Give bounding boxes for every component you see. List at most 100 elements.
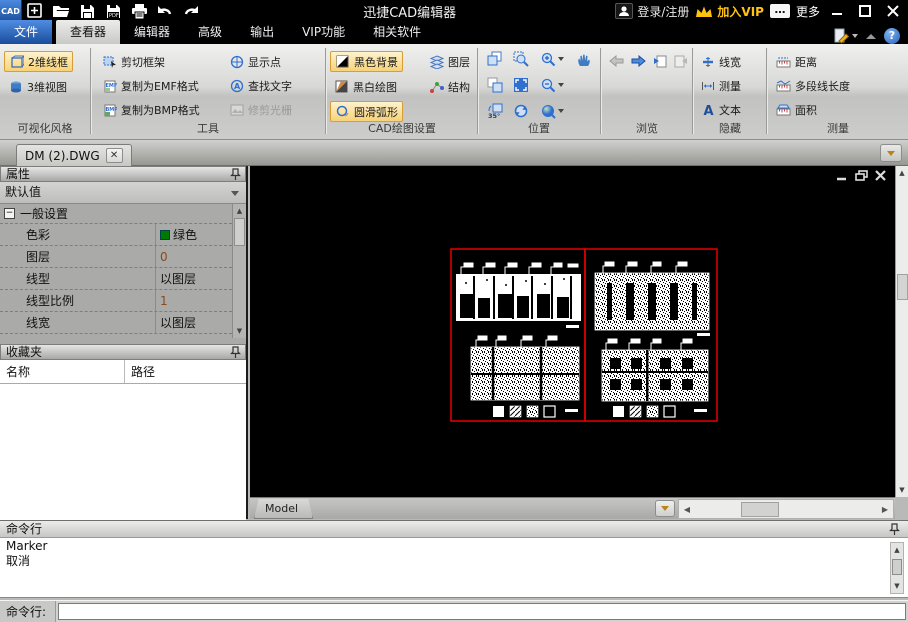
scroll-right-icon[interactable]: ▶ — [877, 505, 893, 514]
scroll-down-icon[interactable]: ▼ — [891, 579, 903, 593]
tab-output[interactable]: 输出 — [236, 20, 288, 44]
rotate-view-button[interactable] — [483, 48, 507, 70]
layout-list-button[interactable] — [655, 500, 675, 517]
mdi-minimize-button[interactable] — [836, 170, 848, 184]
rotate-page-cw-button[interactable] — [668, 50, 692, 72]
smooth-arc-button[interactable]: 圆滑弧形 — [330, 101, 403, 122]
tab-editor[interactable]: 编辑器 — [120, 20, 184, 44]
document-tab[interactable]: DM (2).DWG ✕ — [16, 144, 132, 166]
layers-button[interactable]: 图层 — [425, 51, 474, 72]
cut-frame-button[interactable]: 剪切框架 — [98, 51, 169, 72]
open-file-button[interactable] — [48, 1, 74, 21]
find-text-button[interactable]: A 查找文字 — [225, 75, 296, 96]
command-line-entry: 取消 — [6, 554, 902, 569]
style-switch-button[interactable] — [833, 28, 858, 44]
mdi-restore-button[interactable] — [855, 170, 868, 184]
print-button[interactable] — [126, 1, 152, 21]
forward-button[interactable] — [626, 50, 650, 72]
zoom-window-button[interactable] — [509, 48, 533, 70]
scrollbar-thumb[interactable] — [234, 218, 245, 246]
tab-viewer[interactable]: 查看器 — [56, 20, 120, 44]
command-scrollbar[interactable]: ▲ ▼ — [890, 542, 904, 594]
scroll-up-icon[interactable]: ▲ — [233, 204, 246, 218]
open-folder-icon — [52, 4, 70, 18]
property-section-row[interactable]: − 一般设置 — [0, 204, 232, 224]
collapse-ribbon-icon[interactable] — [866, 34, 876, 39]
left-panel: 属性 默认值 − 一般设置 色彩 绿色 图层 0 — [0, 166, 248, 519]
scroll-up-icon[interactable]: ▲ — [891, 543, 903, 557]
hide-linewidth-button[interactable]: 线宽 — [696, 51, 745, 72]
more-options-icon[interactable]: … — [770, 4, 790, 18]
vip-label: 加入VIP — [717, 3, 764, 20]
raster-image-icon — [229, 102, 244, 117]
help-icon[interactable]: ? — [884, 28, 900, 44]
tab-vip[interactable]: VIP功能 — [288, 20, 359, 44]
scrollbar-thumb[interactable] — [892, 559, 902, 575]
view-3d-button[interactable]: 3维视图 — [4, 76, 71, 97]
black-background-button[interactable]: 黑色背景 — [330, 51, 403, 72]
maximize-button[interactable] — [854, 2, 876, 20]
minimize-button[interactable] — [826, 2, 848, 20]
scroll-down-icon[interactable]: ▼ — [896, 483, 908, 497]
canvas-vscrollbar[interactable]: ▲ ▼ — [895, 166, 908, 497]
tab-related[interactable]: 相关软件 — [359, 20, 435, 44]
fit-view-button[interactable] — [509, 74, 533, 96]
close-button[interactable] — [882, 2, 904, 20]
save-button[interactable] — [74, 1, 100, 21]
copy-bmp-button[interactable]: BMP 复制为BMP格式 — [98, 99, 204, 120]
scroll-up-icon[interactable]: ▲ — [896, 166, 908, 180]
wireframe-2d-button[interactable]: 2维线框 — [4, 51, 73, 72]
measure-polyline-button[interactable]: 多段线长度 — [772, 75, 854, 96]
menu-bar: 文件 查看器 编辑器 高级 输出 VIP功能 相关软件 ? — [0, 22, 908, 44]
redo-button[interactable] — [178, 1, 204, 21]
rotate-angle-button[interactable]: 35° — [483, 100, 507, 122]
measure-area-button[interactable]: 面积 — [772, 99, 821, 120]
tab-file[interactable]: 文件 — [0, 20, 52, 44]
drawing-canvas[interactable] — [250, 166, 895, 497]
measure-distance-button[interactable]: 距离 — [772, 51, 821, 72]
pin-icon[interactable] — [230, 346, 241, 362]
command-input[interactable] — [58, 603, 906, 620]
scrollbar-thumb[interactable] — [897, 274, 908, 300]
scroll-down-icon[interactable]: ▼ — [233, 324, 246, 338]
undo-button[interactable] — [152, 1, 178, 21]
tab-advanced[interactable]: 高级 — [184, 20, 236, 44]
trim-raster-button[interactable]: 修剪光栅 — [225, 99, 296, 120]
tab-list-button[interactable] — [880, 144, 902, 162]
refresh-view-button[interactable] — [509, 100, 533, 122]
join-vip-button[interactable]: 加入VIP — [695, 3, 764, 20]
mdi-close-button[interactable] — [875, 170, 887, 184]
svg-text:35°: 35° — [488, 112, 500, 119]
back-button[interactable] — [604, 50, 628, 72]
collapse-icon[interactable]: − — [4, 208, 15, 219]
zoom-out-button[interactable] — [537, 74, 567, 96]
preset-dropdown[interactable]: 默认值 — [0, 182, 246, 204]
properties-scrollbar[interactable]: ▲ ▼ — [232, 204, 246, 338]
model-tab[interactable]: Model — [254, 499, 313, 519]
show-points-button[interactable]: 显示点 — [225, 51, 285, 72]
copy-emf-button[interactable]: EMF 复制为EMF格式 — [98, 75, 203, 96]
login-button[interactable]: 登录/注册 — [615, 3, 689, 20]
pan-button[interactable] — [571, 48, 595, 70]
zoom-in-button[interactable] — [537, 48, 567, 70]
app-logo-icon[interactable]: CAD — [0, 0, 22, 22]
group-label: 浏览 — [602, 120, 692, 136]
document-close-icon[interactable]: ✕ — [106, 148, 123, 163]
more-label[interactable]: 更多 — [796, 3, 820, 20]
favorites-list[interactable] — [0, 384, 246, 521]
zoom-extents-button[interactable] — [537, 100, 567, 122]
bw-drawing-icon — [334, 79, 349, 94]
new-file-button[interactable] — [22, 1, 48, 21]
scroll-left-icon[interactable]: ◀ — [679, 505, 695, 514]
bw-drawing-button[interactable]: 黑白绘图 — [330, 76, 401, 97]
svg-text:A: A — [234, 82, 241, 91]
hide-measure-button[interactable]: 测量 — [696, 75, 745, 96]
hide-text-button[interactable]: A 文本 — [696, 99, 745, 120]
structure-button[interactable]: 结构 — [425, 76, 474, 97]
save-pdf-button[interactable]: PDF — [100, 1, 126, 21]
copy-view-button[interactable] — [483, 74, 507, 96]
structure-icon — [429, 79, 444, 94]
group-tools: 剪切框架 EMF 复制为EMF格式 BMP 复制为BMP格式 显示点 A 查找文… — [92, 44, 324, 139]
scrollbar-thumb[interactable] — [741, 502, 779, 517]
canvas-hscrollbar[interactable]: ◀ ▶ — [678, 499, 894, 519]
